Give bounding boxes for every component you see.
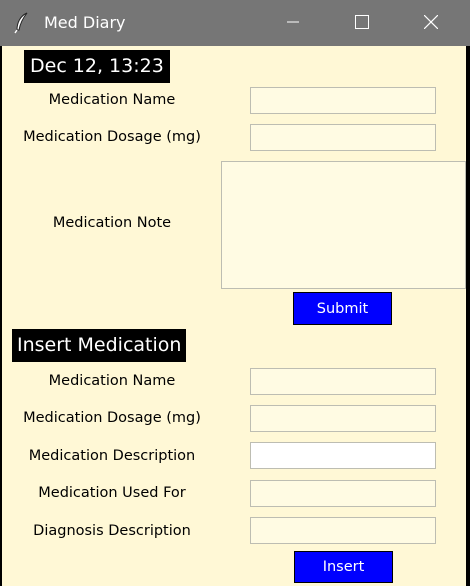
medication-dosage-input[interactable] — [250, 124, 436, 151]
medication-note-label: Medication Note — [52, 215, 172, 231]
main-panel: Dec 12, 13:23 Medication Name Medication… — [2, 46, 466, 586]
insert-button[interactable]: Insert — [294, 551, 393, 583]
medication-name-label: Medication Name — [48, 92, 176, 108]
maximize-button[interactable] — [339, 0, 385, 46]
insert-description-label: Medication Description — [28, 448, 196, 464]
app-window: Med Diary Dec 12, 13:23 Medication Name … — [0, 0, 470, 586]
insert-used-for-label: Medication Used For — [38, 485, 186, 501]
maximize-icon — [355, 14, 369, 33]
insert-used-for-input[interactable] — [250, 480, 436, 507]
submit-button[interactable]: Submit — [293, 292, 392, 325]
insert-dosage-input[interactable] — [250, 405, 436, 432]
minimize-button[interactable] — [270, 0, 316, 46]
minimize-icon — [286, 14, 300, 33]
medication-note-textarea[interactable] — [221, 161, 466, 289]
medication-dosage-label: Medication Dosage (mg) — [23, 129, 201, 145]
insert-medication-heading: Insert Medication — [12, 329, 187, 362]
insert-diagnosis-input[interactable] — [250, 517, 436, 544]
medication-name-input[interactable] — [250, 87, 436, 114]
insert-description-input[interactable] — [250, 442, 436, 469]
window-title: Med Diary — [44, 13, 126, 32]
insert-name-input[interactable] — [250, 368, 436, 395]
title-bar[interactable]: Med Diary — [0, 0, 470, 46]
datetime-heading: Dec 12, 13:23 — [24, 50, 170, 83]
close-icon — [423, 14, 439, 33]
insert-name-label: Medication Name — [48, 373, 176, 389]
feather-icon — [14, 12, 30, 34]
insert-dosage-label: Medication Dosage (mg) — [23, 410, 201, 426]
close-button[interactable] — [408, 0, 454, 46]
insert-diagnosis-label: Diagnosis Description — [33, 523, 191, 539]
